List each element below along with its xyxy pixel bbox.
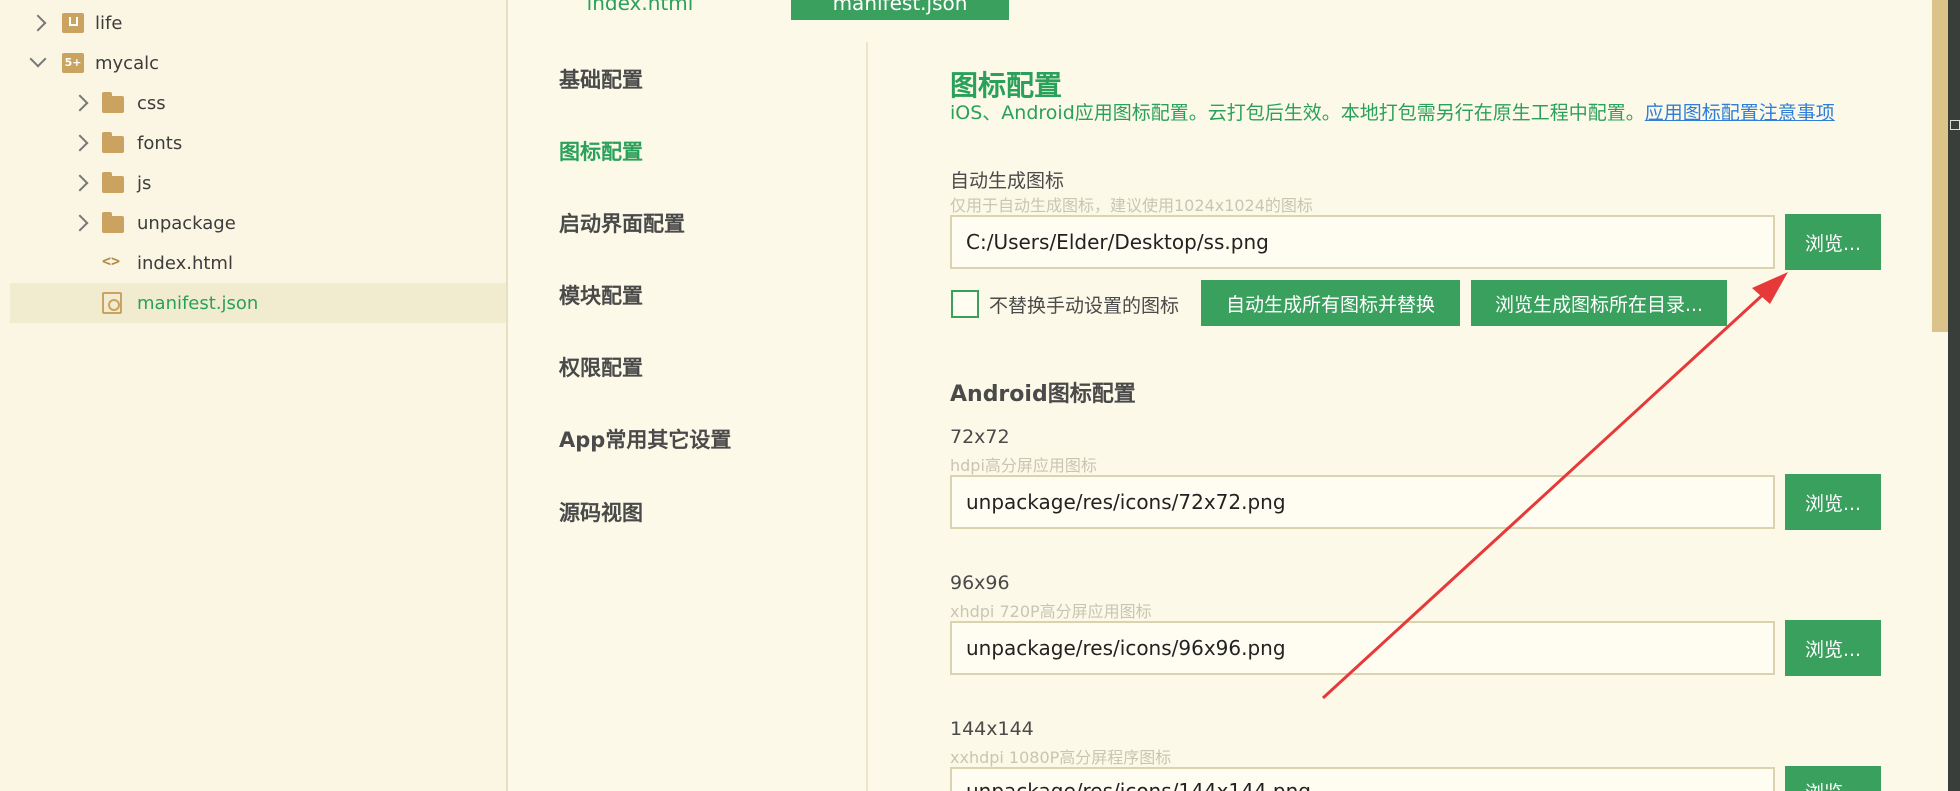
generate-all-icons-button[interactable]: 自动生成所有图标并替换 bbox=[1201, 280, 1460, 326]
chevron-down-icon[interactable] bbox=[29, 50, 47, 68]
tree-item-label: js bbox=[137, 172, 152, 194]
json-file-icon bbox=[102, 292, 122, 314]
tree-item-mycalc[interactable]: 5+ mycalc bbox=[10, 43, 506, 83]
auto-icon-label: 自动生成图标 bbox=[950, 170, 1065, 192]
auto-icon-hint: 仅用于自动生成图标，建议使用1024x1024的图标 bbox=[950, 196, 1313, 215]
tree-item-label: unpackage bbox=[137, 212, 236, 234]
no-replace-manual-checkbox[interactable] bbox=[951, 290, 979, 318]
tree-item-label: life bbox=[95, 12, 123, 34]
icon-96-browse-button[interactable]: 浏览... bbox=[1785, 620, 1881, 676]
uniapp-project-icon: 5+ bbox=[62, 53, 84, 73]
tree-item-manifest-json[interactable]: manifest.json bbox=[10, 283, 506, 323]
auto-icon-browse-button[interactable]: 浏览... bbox=[1785, 214, 1881, 270]
chevron-right-icon[interactable] bbox=[71, 214, 89, 232]
icon-size-label: 72x72 bbox=[950, 426, 1010, 448]
file-tree: life 5+ mycalc css fonts js unpackage <>… bbox=[0, 0, 508, 791]
icon-size-hint: xhdpi 720P高分屏应用图标 bbox=[950, 602, 1152, 621]
tree-item-unpackage[interactable]: unpackage bbox=[10, 203, 506, 243]
chevron-right-icon[interactable] bbox=[71, 174, 89, 192]
nav-source-view[interactable]: 源码视图 bbox=[559, 497, 643, 527]
project-icon bbox=[62, 13, 84, 33]
no-replace-manual-label: 不替换手动设置的图标 bbox=[989, 295, 1180, 317]
tab-manifest-json[interactable]: manifest.json bbox=[791, 0, 1009, 20]
tree-item-css[interactable]: css bbox=[10, 83, 506, 123]
tree-item-index-html[interactable]: <> index.html bbox=[10, 243, 506, 283]
folder-icon bbox=[102, 132, 124, 153]
icon-144-browse-button[interactable]: 浏览... bbox=[1785, 766, 1881, 791]
icon-size-label: 144x144 bbox=[950, 718, 1034, 740]
nav-divider bbox=[866, 42, 868, 791]
chevron-right-icon[interactable] bbox=[71, 94, 89, 112]
browse-icon-dir-button[interactable]: 浏览生成图标所在目录... bbox=[1471, 280, 1727, 326]
nav-permission-config[interactable]: 权限配置 bbox=[559, 352, 643, 382]
tree-item-label: index.html bbox=[137, 252, 233, 274]
icon-96-path-input[interactable]: unpackage/res/icons/96x96.png bbox=[950, 621, 1775, 675]
scrollbar-thumb[interactable] bbox=[1932, 0, 1948, 332]
tab-index-html[interactable]: index.html bbox=[540, 0, 740, 20]
icon-72-path-input[interactable]: unpackage/res/icons/72x72.png bbox=[950, 475, 1775, 529]
chevron-right-icon[interactable] bbox=[71, 134, 89, 152]
nav-module-config[interactable]: 模块配置 bbox=[559, 280, 643, 310]
tree-item-js[interactable]: js bbox=[10, 163, 506, 203]
tree-item-fonts[interactable]: fonts bbox=[10, 123, 506, 163]
android-icon-section-title: Android图标配置 bbox=[950, 382, 1136, 407]
nav-icon-config[interactable]: 图标配置 bbox=[559, 136, 643, 166]
icon-144-path-input[interactable]: unpackage/res/icons/144x144.png bbox=[950, 767, 1775, 791]
folder-icon bbox=[102, 92, 124, 113]
tree-item-life[interactable]: life bbox=[10, 3, 506, 43]
icon-size-label: 96x96 bbox=[950, 572, 1010, 594]
tree-item-label: fonts bbox=[137, 132, 183, 154]
window-edge bbox=[1948, 0, 1960, 791]
nav-app-other-settings[interactable]: App常用其它设置 bbox=[559, 424, 731, 454]
nav-splash-config[interactable]: 启动界面配置 bbox=[559, 208, 685, 238]
auto-icon-path-input[interactable]: C:/Users/Elder/Desktop/ss.png bbox=[950, 215, 1775, 269]
description-text: iOS、Android应用图标配置。云打包后生效。本地打包需另行在原生工程中配置… bbox=[950, 102, 1645, 124]
folder-icon bbox=[102, 172, 124, 193]
chevron-right-icon[interactable] bbox=[29, 14, 47, 32]
icon-72-browse-button[interactable]: 浏览... bbox=[1785, 474, 1881, 530]
section-description: iOS、Android应用图标配置。云打包后生效。本地打包需另行在原生工程中配置… bbox=[950, 98, 1835, 125]
tree-item-label: css bbox=[137, 92, 166, 114]
icon-config-notes-link[interactable]: 应用图标配置注意事项 bbox=[1645, 102, 1835, 124]
code-file-icon: <> bbox=[102, 252, 121, 270]
tree-item-label: mycalc bbox=[95, 52, 160, 74]
arrow-head bbox=[1752, 272, 1788, 304]
icon-size-hint: xxhdpi 1080P高分屏程序图标 bbox=[950, 748, 1172, 767]
tree-item-label: manifest.json bbox=[137, 292, 259, 314]
icon-size-hint: hdpi高分屏应用图标 bbox=[950, 456, 1097, 475]
folder-icon bbox=[102, 212, 124, 233]
nav-basic-config[interactable]: 基础配置 bbox=[559, 64, 643, 94]
